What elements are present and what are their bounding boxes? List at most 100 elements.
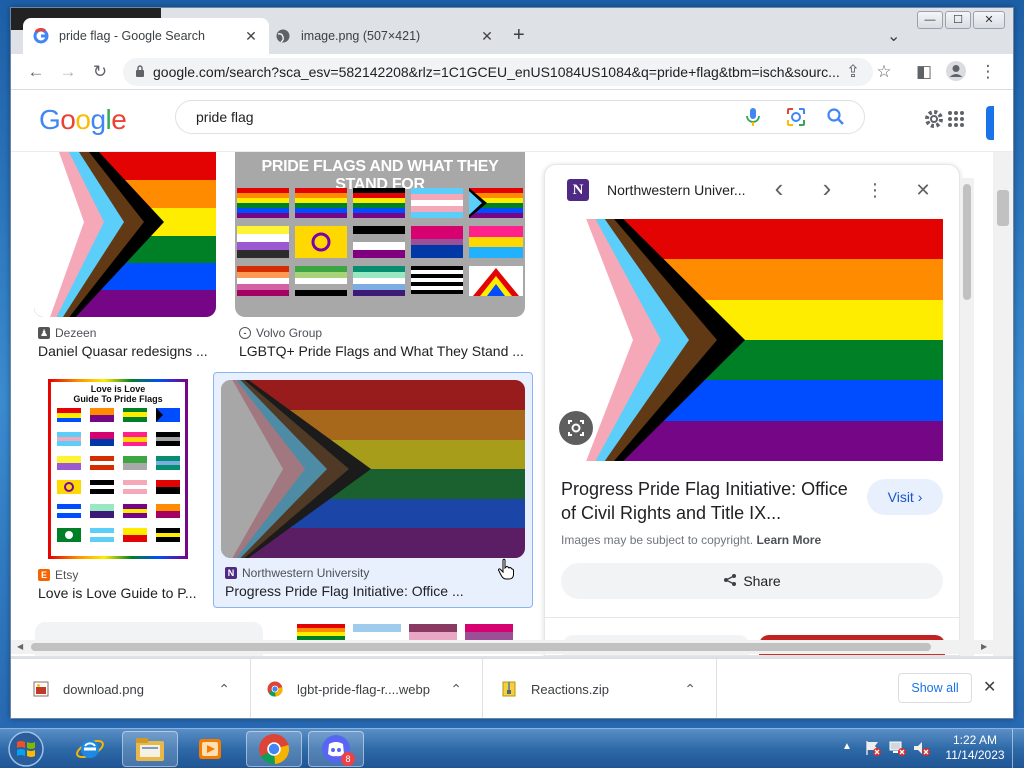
taskbar-discord[interactable]: 8 <box>308 731 364 767</box>
taskbar-media-player[interactable] <box>182 731 238 767</box>
chrome-icon <box>267 681 283 697</box>
dezeen-icon: ♟ <box>38 327 50 339</box>
share-button[interactable]: Share <box>561 563 943 599</box>
preview-image[interactable] <box>563 219 943 461</box>
result-image-etsy[interactable]: Love is Love Guide To Pride Flags <box>48 379 188 559</box>
close-panel-icon[interactable]: ✕ <box>911 178 935 202</box>
panel-scrollbar[interactable] <box>960 178 974 656</box>
learn-more-link[interactable]: Learn More <box>756 533 821 547</box>
taskbar: 8 ▲ 1:22 AM 11/14/2023 <box>0 728 1024 768</box>
action-center-flag-icon[interactable] <box>864 739 882 762</box>
more-options-icon[interactable]: ⋮ <box>863 178 887 202</box>
visit-button[interactable]: Visit › <box>867 479 943 515</box>
clock-date: 11/14/2023 <box>945 748 1005 762</box>
download-item[interactable]: lgbt-pride-flag-r....webp ⌃ <box>251 659 483 718</box>
tab-image-png[interactable]: image.png (507×421) ✕ <box>265 18 505 54</box>
tab-title: pride flag - Google Search <box>59 29 205 43</box>
page-scrollbar[interactable] <box>993 152 1013 656</box>
close-window-button[interactable]: ✕ <box>973 11 1005 29</box>
search-icon[interactable] <box>825 106 847 128</box>
bookmark-star-icon[interactable]: ☆ <box>872 60 896 84</box>
minimize-button[interactable]: — <box>917 11 943 29</box>
divider <box>545 617 959 618</box>
scroll-left-arrow-icon[interactable]: ◀ <box>17 640 27 654</box>
source-name: Dezeen <box>55 326 97 340</box>
poster-title: Love is Love Guide To Pride Flags <box>73 384 163 404</box>
show-hidden-icons-chevron-icon[interactable]: ▲ <box>842 741 852 752</box>
volvo-icon: - <box>239 327 251 339</box>
chevron-up-icon[interactable]: ⌃ <box>450 681 462 698</box>
profile-avatar[interactable] <box>944 60 968 84</box>
taskbar-ie[interactable] <box>62 731 118 767</box>
scroll-right-arrow-icon[interactable]: ▶ <box>981 640 991 654</box>
show-all-downloads-button[interactable]: Show all <box>898 673 972 703</box>
taskbar-explorer[interactable] <box>122 731 178 767</box>
horizontal-scroll-thumb[interactable] <box>31 643 931 651</box>
google-icon <box>33 27 49 44</box>
result-source: N Northwestern University <box>225 566 369 580</box>
page-scroll-thumb[interactable] <box>997 190 1009 226</box>
northwestern-icon: N <box>225 567 237 579</box>
share-icon[interactable]: ⇪ <box>841 60 865 84</box>
forward-button[interactable]: → <box>56 60 80 84</box>
horizontal-scrollbar[interactable]: ◀ ▶ <box>11 640 1013 654</box>
internet-explorer-icon <box>76 739 104 759</box>
prev-image-button[interactable]: ‹ <box>767 175 791 202</box>
panel-scroll-thumb[interactable] <box>963 184 971 300</box>
tab-title: image.png (507×421) <box>301 29 421 43</box>
apps-grid-icon[interactable] <box>947 110 965 133</box>
clock-time: 1:22 AM <box>952 733 998 747</box>
settings-gear-icon[interactable] <box>923 108 945 136</box>
next-image-button[interactable]: › <box>815 175 839 202</box>
panel-title[interactable]: Progress Pride Flag Initiative: Office o… <box>561 477 861 525</box>
taskbar-chrome[interactable] <box>246 731 302 767</box>
result-image-northwestern[interactable] <box>221 380 525 558</box>
image-preview-panel: N Northwestern Univer... ‹ › ⋮ ✕ Progres… <box>544 164 960 656</box>
network-icon[interactable] <box>888 739 906 762</box>
tab-google-search[interactable]: pride flag - Google Search ✕ <box>23 18 269 54</box>
voice-search-icon[interactable] <box>742 106 764 128</box>
result-source: - Volvo Group <box>239 326 322 340</box>
result-caption[interactable]: Daniel Quasar redesigns ... <box>38 343 218 359</box>
lens-icon[interactable] <box>785 106 807 128</box>
result-caption[interactable]: LGBTQ+ Pride Flags and What They Stand .… <box>239 343 529 359</box>
result-caption[interactable]: Progress Pride Flag Initiative: Office .… <box>225 583 525 599</box>
browser-window: pride flag - Google Search ✕ image.png (… <box>10 7 1014 719</box>
download-filename: Reactions.zip <box>531 681 610 697</box>
new-tab-button[interactable]: + <box>513 24 525 47</box>
url-text: google.com/search?sca_esv=582142208&rlz=… <box>153 64 840 80</box>
result-caption[interactable]: Love is Love Guide to P... <box>38 585 208 601</box>
panel-site-name[interactable]: Northwestern Univer... <box>607 182 746 198</box>
download-item[interactable]: Reactions.zip ⌃ <box>483 659 717 718</box>
chevron-up-icon[interactable]: ⌃ <box>218 681 230 698</box>
download-bar: download.png ⌃ lgbt-pride-flag-r....webp… <box>11 658 1013 718</box>
copyright-note: Images may be subject to copyright. Lear… <box>561 533 822 547</box>
web-page: ♟ Dezeen Daniel Quasar redesigns ... PRI… <box>11 90 1013 656</box>
lock-icon <box>135 64 145 80</box>
result-image-volvo[interactable]: PRIDE FLAGS AND WHAT THEY STAND FOR <box>235 152 525 317</box>
side-panel-icon[interactable]: ◧ <box>912 60 936 84</box>
system-clock[interactable]: 1:22 AM 11/14/2023 <box>944 733 1006 763</box>
browser-menu-icon[interactable]: ⋮ <box>976 60 1000 84</box>
back-button[interactable]: ← <box>24 60 48 84</box>
show-desktop-button[interactable] <box>1012 729 1024 768</box>
lens-search-icon[interactable] <box>559 411 593 445</box>
volume-muted-icon[interactable] <box>912 739 930 762</box>
tab-search-chevron-icon[interactable]: ⌄ <box>887 26 900 46</box>
sign-in-button-edge[interactable] <box>986 106 994 140</box>
result-image-dezeen[interactable] <box>34 152 216 317</box>
result-source: ♟ Dezeen <box>38 326 96 340</box>
maximize-button[interactable]: ☐ <box>945 11 971 29</box>
zip-file-icon <box>501 681 517 697</box>
chrome-icon <box>259 734 290 765</box>
address-bar[interactable]: google.com/search?sca_esv=582142208&rlz=… <box>123 58 873 86</box>
download-item[interactable]: download.png ⌃ <box>11 659 251 718</box>
tab-close-icon[interactable]: ✕ <box>479 28 495 45</box>
reload-button[interactable]: ↻ <box>88 60 112 84</box>
tab-close-icon[interactable]: ✕ <box>243 28 259 45</box>
google-logo[interactable]: Google <box>39 104 127 136</box>
start-button[interactable] <box>4 729 48 768</box>
close-download-bar-icon[interactable]: ✕ <box>983 677 996 697</box>
chevron-up-icon[interactable]: ⌃ <box>684 681 696 698</box>
result-selected-card[interactable]: N Northwestern University Progress Pride… <box>213 372 533 608</box>
